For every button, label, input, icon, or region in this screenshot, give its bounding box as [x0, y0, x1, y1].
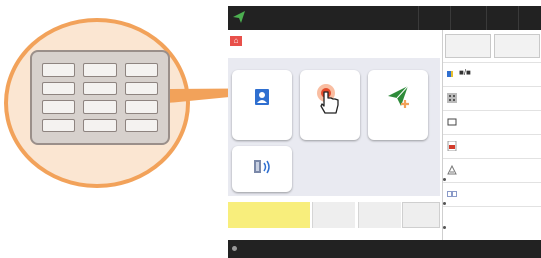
main-function-panel: [228, 58, 440, 196]
setting-row-empty[interactable]: [443, 206, 541, 231]
setting-row-label: ■/■: [459, 68, 471, 77]
keypad-key: [124, 100, 158, 114]
setting-row-color-mode[interactable]: ■/■: [443, 62, 541, 87]
topbar-divider: [450, 6, 451, 30]
color-mode-icon: [447, 71, 453, 77]
row-marker: [443, 178, 446, 181]
top-status-bar: [228, 6, 541, 30]
touch-button-tile[interactable]: [300, 70, 360, 140]
setting-row-duplex[interactable]: [443, 182, 541, 207]
file-format-icon: [447, 141, 457, 151]
keypad-key: [124, 81, 158, 95]
status-indicator-icon: [232, 246, 237, 251]
setting-row-file-format[interactable]: [443, 134, 541, 159]
topbar-divider: [418, 6, 419, 30]
paper-plane-icon: [388, 85, 409, 108]
setting-row-original-size[interactable]: [443, 110, 541, 135]
gray-action-button[interactable]: [358, 202, 401, 228]
device-screen: ⌂ ■/■: [228, 6, 541, 258]
density-icon: [447, 165, 457, 175]
original-size-icon: [447, 118, 457, 126]
keypad-key: [83, 63, 117, 77]
yellow-action-button[interactable]: [228, 202, 310, 228]
keypad-key: [124, 63, 158, 77]
hand-pointer-icon: [317, 84, 339, 114]
settings-panel: ■/■: [442, 30, 541, 240]
address-book-tile[interactable]: [232, 70, 292, 140]
setting-row-resolution[interactable]: [443, 86, 541, 111]
keypad-key: [83, 81, 117, 95]
topbar-divider: [518, 6, 519, 30]
keypad-key: [42, 81, 76, 95]
bottom-status-bar: [228, 240, 541, 258]
numeric-keypad-illustration: [30, 50, 170, 145]
row-marker: [443, 202, 446, 205]
row-marker: [443, 226, 446, 229]
send-tile[interactable]: [368, 70, 428, 140]
keypad-key: [124, 118, 158, 132]
home-button[interactable]: ⌂: [230, 36, 242, 46]
keypad-key: [42, 100, 76, 114]
address-book-icon: [255, 89, 269, 105]
setting-row-density[interactable]: [443, 158, 541, 183]
duplex-icon: [447, 191, 457, 197]
keypad-key: [83, 100, 117, 114]
resolution-icon: [447, 93, 457, 103]
panel-tab-button[interactable]: [445, 34, 491, 58]
keypad-key: [42, 63, 76, 77]
gray-action-button[interactable]: [312, 202, 355, 228]
scanner-waves-icon: [254, 160, 270, 174]
gray-action-button[interactable]: [402, 202, 440, 228]
keypad-key: [83, 118, 117, 132]
paper-plane-back-icon[interactable]: [232, 10, 246, 24]
keypad-key: [42, 118, 76, 132]
scan-tile[interactable]: [232, 146, 292, 192]
topbar-divider: [486, 6, 487, 30]
panel-tab-button[interactable]: [494, 34, 540, 58]
